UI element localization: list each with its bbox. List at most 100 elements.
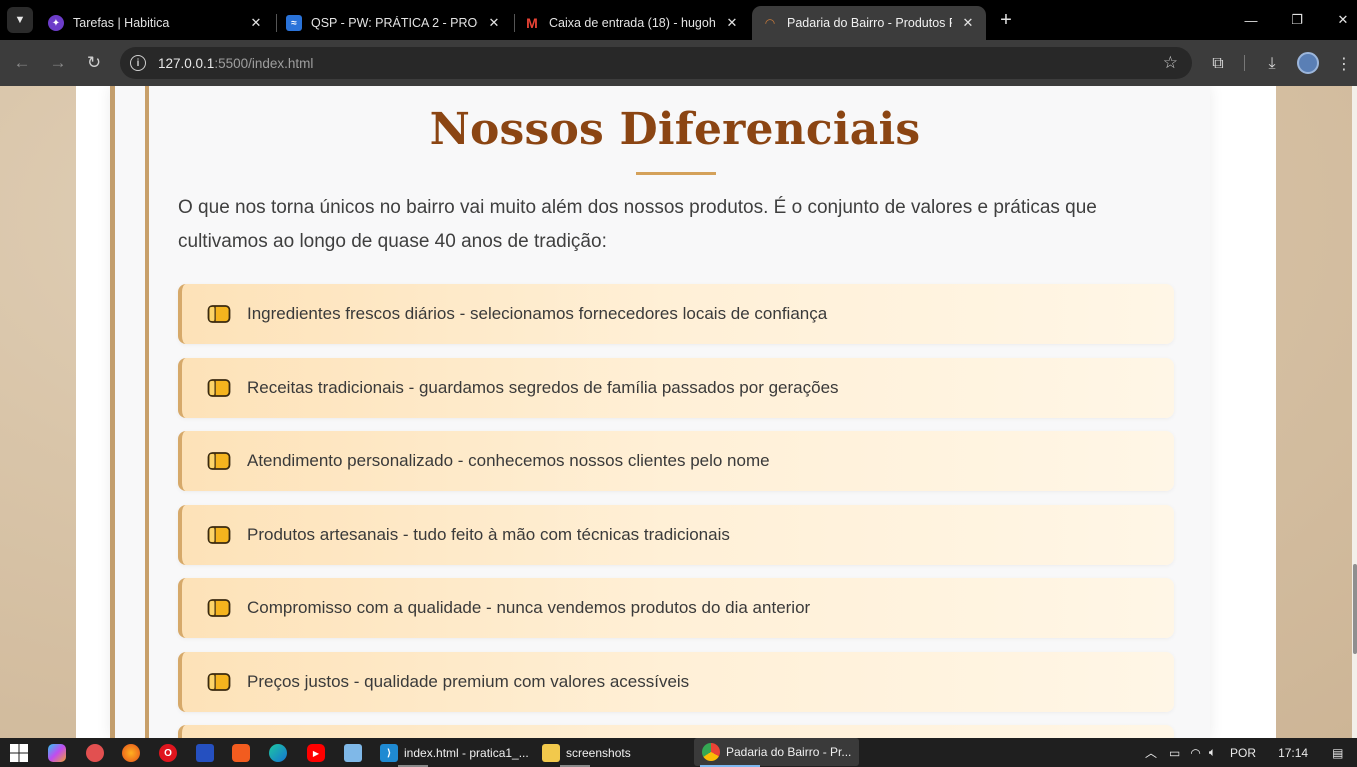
chrome-icon	[702, 743, 720, 761]
feature-label: Preços justos - qualidade premium com va…	[247, 672, 690, 691]
feature-label: Produtos artesanais - tudo feito à mão c…	[247, 525, 730, 544]
clock[interactable]: 17:14	[1278, 746, 1308, 760]
qsp-icon: ≈	[286, 15, 302, 31]
back-button[interactable]: ←	[10, 51, 34, 75]
toolbar-divider	[1244, 55, 1245, 71]
taskbar-explorer[interactable]: screenshots	[542, 742, 631, 764]
feature-label: Receitas tradicionais - guardamos segred…	[247, 378, 839, 397]
tab-title: Tarefas | Habitica	[73, 16, 170, 30]
taskbar-opera[interactable]: O	[159, 742, 177, 764]
feature-item: Compromisso com a qualidade - nunca vend…	[178, 578, 1174, 638]
new-tab-button[interactable]: +	[996, 10, 1016, 30]
language-indicator[interactable]: POR	[1230, 746, 1256, 760]
windows-logo-icon	[10, 744, 28, 762]
restore-button[interactable]: ❐	[1274, 0, 1320, 40]
firefox-icon	[122, 744, 140, 762]
tab-title: Caixa de entrada (18) - hugohe	[549, 16, 716, 30]
bookmark-star-icon[interactable]: ☆	[1163, 53, 1178, 73]
bread-icon	[207, 379, 231, 397]
tab-title: QSP - PW: PRÁTICA 2 - PROGRA	[311, 16, 478, 30]
feature-item: Atendimento personalizado - conhecemos n…	[178, 431, 1174, 491]
taskbar-edge[interactable]	[269, 742, 287, 764]
system-tray: ︿ ▭ ◠ 🔈︎ POR 17:14 ▤	[1145, 738, 1343, 767]
reload-button[interactable]: ↻	[82, 51, 106, 75]
title-underline	[636, 172, 716, 175]
page-viewport: Nossos Diferenciais O que nos torna únic…	[0, 86, 1357, 738]
battery-icon[interactable]: ▭	[1169, 746, 1180, 760]
minimize-button[interactable]: —	[1228, 0, 1274, 40]
close-icon[interactable]: ✕	[486, 15, 502, 31]
section-title: Nossos Diferenciais	[429, 104, 921, 155]
bread-icon	[207, 452, 231, 470]
forward-button[interactable]: →	[46, 51, 70, 75]
close-icon[interactable]: ✕	[960, 15, 976, 31]
section-accent-line	[145, 86, 149, 738]
feature-item: Receitas tradicionais - guardamos segred…	[178, 358, 1174, 418]
download-icon[interactable]: ⤓	[1261, 53, 1283, 75]
feature-label: Ingredientes frescos diários - seleciona…	[247, 304, 828, 323]
bread-icon	[207, 673, 231, 691]
wifi-icon[interactable]: ◠	[1190, 746, 1200, 760]
taskbar-copilot[interactable]	[48, 742, 66, 764]
app-icon	[86, 744, 104, 762]
taskbar-brave[interactable]	[232, 742, 250, 764]
brave-icon	[232, 744, 250, 762]
feature-item: Preços justos - qualidade premium com va…	[178, 652, 1174, 712]
opera-icon: O	[159, 744, 177, 762]
start-button[interactable]	[10, 742, 28, 764]
taskbar-firefox[interactable]	[122, 742, 140, 764]
bread-icon	[207, 526, 231, 544]
page-scrollbar[interactable]	[1352, 86, 1357, 738]
section-intro: O que nos torna únicos no bairro vai mui…	[178, 197, 1097, 252]
notifications-icon[interactable]: ▤	[1332, 746, 1343, 760]
window-close-button[interactable]: ✕	[1320, 0, 1357, 40]
bread-icon	[207, 305, 231, 323]
tab-padaria[interactable]: ◠ Padaria do Bairro - Produtos Fre ✕	[752, 6, 986, 40]
tab-habitica[interactable]: ✦ Tarefas | Habitica ✕	[38, 6, 274, 40]
taskbar-notepad[interactable]	[344, 742, 362, 764]
menu-kebab-icon[interactable]: ⋮	[1333, 53, 1355, 75]
taskbar-chrome[interactable]: Padaria do Bairro - Pr...	[694, 738, 860, 766]
vscode-icon: ⟩	[380, 744, 398, 762]
profile-avatar[interactable]	[1297, 52, 1319, 74]
tab-gmail[interactable]: M Caixa de entrada (18) - hugohe ✕	[514, 6, 750, 40]
taskbar-app[interactable]	[196, 742, 214, 764]
notepad-icon	[344, 744, 362, 762]
windows-taskbar: O ▶ ⟩ index.html - pratica1_... screensh…	[0, 738, 1357, 767]
app-icon	[196, 744, 214, 762]
chevron-up-icon[interactable]: ︿	[1145, 744, 1157, 761]
feature-label: Compromisso com a qualidade - nunca vend…	[247, 598, 811, 617]
url-host: 127.0.0.1	[158, 55, 215, 71]
tab-title: Padaria do Bairro - Produtos Fre	[787, 16, 952, 30]
browser-toolbar: ← → ↻ i 127.0.0.1:5500/index.html ☆ ⧉ ⤓ …	[0, 40, 1357, 86]
tab-search-button[interactable]: ▼	[7, 7, 33, 33]
bread-icon	[207, 599, 231, 617]
taskbar-app-label: Padaria do Bairro - Pr...	[726, 745, 852, 759]
tab-strip: ▼ ✦ Tarefas | Habitica ✕ ≈ QSP - PW: PRÁ…	[0, 0, 1357, 40]
edge-icon	[269, 744, 287, 762]
chevron-down-icon: ▼	[14, 14, 26, 26]
habitica-icon: ✦	[48, 15, 64, 31]
extensions-icon[interactable]: ⧉	[1207, 53, 1229, 75]
site-info-icon[interactable]: i	[130, 55, 146, 71]
address-bar[interactable]: i 127.0.0.1:5500/index.html ☆	[120, 47, 1192, 79]
bakery-icon: ◠	[765, 16, 775, 30]
scrollbar-thumb[interactable]	[1353, 564, 1357, 654]
gmail-icon: M	[526, 15, 538, 31]
taskbar-app-label: index.html - pratica1_...	[404, 746, 529, 760]
url-path: :5500/index.html	[214, 55, 314, 71]
url-text[interactable]: 127.0.0.1:5500/index.html	[158, 56, 313, 71]
taskbar-app[interactable]	[86, 742, 104, 764]
feature-item: Produtos artesanais - tudo feito à mão c…	[178, 505, 1174, 565]
close-icon[interactable]: ✕	[724, 15, 740, 31]
taskbar-app-label: screenshots	[566, 746, 631, 760]
copilot-icon	[48, 744, 66, 762]
close-icon[interactable]: ✕	[248, 15, 264, 31]
folder-icon	[542, 744, 560, 762]
taskbar-vscode[interactable]: ⟩ index.html - pratica1_...	[380, 742, 529, 764]
youtube-icon: ▶	[307, 744, 325, 762]
tab-qsp[interactable]: ≈ QSP - PW: PRÁTICA 2 - PROGRA ✕	[276, 6, 512, 40]
feature-item: Ingredientes frescos diários - seleciona…	[178, 284, 1174, 344]
taskbar-youtube[interactable]: ▶	[307, 742, 325, 764]
volume-icon[interactable]: 🔈︎	[1209, 745, 1216, 760]
